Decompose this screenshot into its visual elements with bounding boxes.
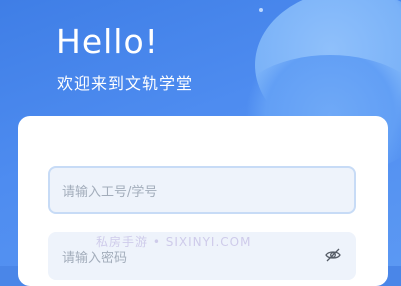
eye-off-icon[interactable]: [324, 246, 342, 264]
decorative-dot: [259, 8, 263, 12]
account-input[interactable]: 请输入工号/学号: [48, 166, 356, 214]
login-card: 请输入工号/学号 请输入密码: [18, 116, 388, 286]
welcome-subtitle: 欢迎来到文轨学堂: [57, 74, 194, 93]
watermark: 私房手游 • SIXINYI.COM: [96, 235, 252, 249]
account-placeholder: 请输入工号/学号: [62, 184, 158, 200]
greeting-title: Hello!: [56, 22, 159, 61]
